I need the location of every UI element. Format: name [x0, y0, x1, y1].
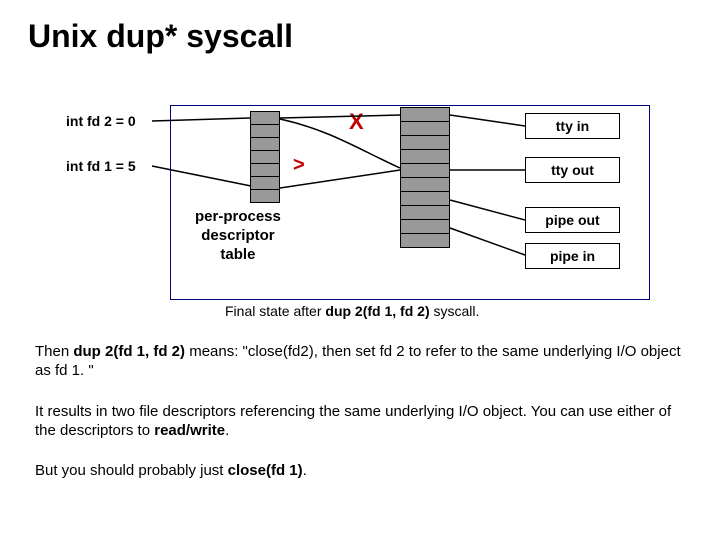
- table-row: [250, 150, 280, 164]
- diagram-caption: Final state after dup 2(fd 1, fd 2) sysc…: [225, 303, 479, 319]
- bold-text: close(fd 1): [228, 462, 303, 479]
- table-row: [400, 177, 450, 192]
- table-row: [250, 111, 280, 125]
- table-row: [400, 233, 450, 248]
- paragraph-1: Then dup 2(fd 1, fd 2) means: "close(fd2…: [35, 343, 685, 381]
- table-row: [400, 205, 450, 220]
- table-row: [400, 107, 450, 122]
- text: But you should probably just: [35, 462, 228, 479]
- table-row: [250, 124, 280, 138]
- text: .: [303, 462, 307, 479]
- table-row: [250, 176, 280, 190]
- bold-text: dup 2(fd 1, fd 2): [73, 343, 185, 360]
- table-row: [400, 121, 450, 136]
- table-row: [400, 149, 450, 164]
- table-row: [250, 163, 280, 177]
- table-row: [400, 191, 450, 206]
- text: .: [225, 422, 229, 439]
- open-file-table: [400, 108, 450, 248]
- descriptor-table: [250, 112, 280, 203]
- page-title: Unix dup* syscall: [28, 18, 293, 55]
- fd2-label: int fd 2 = 0: [66, 113, 136, 129]
- tty-out-box: tty out: [525, 157, 620, 183]
- paragraph-2: It results in two file descriptors refer…: [35, 403, 685, 441]
- table-row: [250, 189, 280, 203]
- pipe-out-box: pipe out: [525, 207, 620, 233]
- table-row: [400, 163, 450, 178]
- table-row: [400, 135, 450, 150]
- tty-in-box: tty in: [525, 113, 620, 139]
- bold-text: read/write: [154, 422, 225, 439]
- table-row: [250, 137, 280, 151]
- table-row: [400, 219, 450, 234]
- chevron-right-icon: >: [293, 154, 305, 177]
- caption-text-end: syscall.: [430, 303, 480, 319]
- x-icon: X: [349, 109, 364, 135]
- paragraph-3: But you should probably just close(fd 1)…: [35, 462, 685, 481]
- text: Then: [35, 343, 73, 360]
- caption-text: Final state after: [225, 303, 325, 319]
- text: It results in two file descriptors refer…: [35, 403, 671, 439]
- descriptor-table-label: per-process descriptor table: [195, 208, 281, 264]
- fd1-label: int fd 1 = 5: [66, 158, 136, 174]
- caption-bold: dup 2(fd 1, fd 2): [325, 303, 429, 319]
- pipe-in-box: pipe in: [525, 243, 620, 269]
